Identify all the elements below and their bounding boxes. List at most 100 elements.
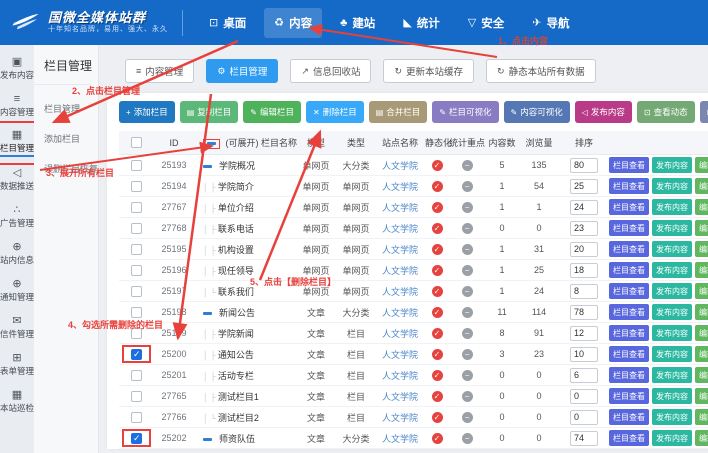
publish-content-button[interactable]: 发布内容 — [652, 430, 692, 446]
stat-focus-icon[interactable] — [462, 349, 473, 360]
sidebar-item[interactable]: ▦ 本站巡检 — [0, 384, 34, 420]
publish-content-button[interactable]: 发布内容 — [652, 367, 692, 383]
publish-content-button[interactable]: 发布内容 — [652, 157, 692, 173]
static-enabled-icon[interactable] — [432, 391, 443, 402]
stat-focus-icon[interactable] — [462, 412, 473, 423]
publish-content-button[interactable]: 发布内容 — [652, 325, 692, 341]
static-enabled-icon[interactable] — [432, 286, 443, 297]
site-name-link[interactable]: 人文学院 — [382, 161, 418, 171]
row-checkbox[interactable] — [131, 223, 142, 234]
sidebar-item[interactable]: ⊞ 表单管理 — [0, 347, 34, 383]
view-column-button[interactable]: 栏目查看 — [609, 346, 649, 362]
publish-content-button[interactable]: 发布内容 — [652, 220, 692, 236]
sort-input[interactable] — [570, 368, 598, 383]
site-name-link[interactable]: 人文学院 — [382, 245, 418, 255]
row-checkbox[interactable] — [131, 412, 142, 423]
action-button[interactable]: ✕ 删除栏目 — [306, 101, 364, 123]
top-nav-item[interactable]: ♻ 内容 — [264, 8, 322, 38]
view-column-button[interactable]: 栏目查看 — [609, 220, 649, 236]
site-name-link[interactable]: 人文学院 — [382, 413, 418, 423]
static-enabled-icon[interactable] — [432, 244, 443, 255]
action-button[interactable]: ▤ 复制栏目 — [180, 101, 239, 123]
stat-focus-icon[interactable] — [462, 370, 473, 381]
row-checkbox[interactable] — [131, 370, 142, 381]
action-button[interactable]: ▤ 合并栏目 — [369, 101, 428, 123]
site-name-link[interactable]: 人文学院 — [382, 329, 418, 339]
tab[interactable]: ↻ 静态本站所有数据 — [486, 59, 596, 83]
view-column-button[interactable]: 栏目查看 — [609, 283, 649, 299]
edit-button[interactable]: 编辑 — [695, 283, 708, 299]
view-column-button[interactable]: 栏目查看 — [609, 157, 649, 173]
expand-all-minus-icon[interactable] — [207, 142, 216, 145]
edit-button[interactable]: 编辑 — [695, 409, 708, 425]
publish-content-button[interactable]: 发布内容 — [652, 199, 692, 215]
tab[interactable]: ↗ 信息回收站 — [290, 59, 371, 83]
sub-sidebar-item[interactable]: 添加栏目 — [44, 123, 98, 153]
stat-focus-icon[interactable] — [462, 181, 473, 192]
site-name-link[interactable]: 人文学院 — [382, 287, 418, 297]
view-column-button[interactable]: 栏目查看 — [609, 262, 649, 278]
row-checkbox[interactable] — [131, 160, 142, 171]
action-button[interactable]: ⊡ 查看动态 — [637, 101, 695, 123]
site-name-link[interactable]: 人文学院 — [382, 371, 418, 381]
static-enabled-icon[interactable] — [432, 181, 443, 192]
sidebar-item[interactable]: ⊕ 通知管理 — [0, 273, 34, 309]
publish-content-button[interactable]: 发布内容 — [652, 283, 692, 299]
top-nav-item[interactable]: ✈ 导航 — [522, 8, 579, 38]
edit-button[interactable]: 编辑 — [695, 325, 708, 341]
site-name-link[interactable]: 人文学院 — [382, 224, 418, 234]
sort-input[interactable] — [570, 200, 598, 215]
view-column-button[interactable]: 栏目查看 — [609, 241, 649, 257]
row-checkbox[interactable] — [131, 286, 142, 297]
view-column-button[interactable]: 栏目查看 — [609, 430, 649, 446]
view-column-button[interactable]: 栏目查看 — [609, 325, 649, 341]
sort-input[interactable] — [570, 158, 598, 173]
view-column-button[interactable]: 栏目查看 — [609, 199, 649, 215]
row-checkbox[interactable] — [131, 202, 142, 213]
tab[interactable]: ↻ 更新本站缓存 — [383, 59, 474, 83]
action-button[interactable]: ✎ 内容可视化 — [504, 101, 570, 123]
top-nav-item[interactable]: ⊡ 桌面 — [199, 8, 256, 38]
sort-input[interactable] — [570, 431, 598, 446]
row-checkbox[interactable] — [131, 181, 142, 192]
static-enabled-icon[interactable] — [432, 307, 443, 318]
static-enabled-icon[interactable] — [432, 370, 443, 381]
edit-button[interactable]: 编辑 — [695, 388, 708, 404]
action-button[interactable]: ⊡ 查看静态 — [700, 101, 708, 123]
edit-button[interactable]: 编辑 — [695, 346, 708, 362]
tab[interactable]: ≡ 内容管理 — [125, 59, 194, 83]
publish-content-button[interactable]: 发布内容 — [652, 409, 692, 425]
edit-button[interactable]: 编辑 — [695, 157, 708, 173]
stat-focus-icon[interactable] — [462, 286, 473, 297]
static-enabled-icon[interactable] — [432, 202, 443, 213]
row-checkbox[interactable] — [131, 307, 142, 318]
site-name-link[interactable]: 人文学院 — [382, 266, 418, 276]
sidebar-item[interactable]: ▦ 栏目管理 — [0, 125, 34, 161]
site-name-link[interactable]: 人文学院 — [382, 203, 418, 213]
sidebar-item[interactable]: ✉ 信件管理 — [0, 310, 34, 346]
site-name-link[interactable]: 人文学院 — [382, 350, 418, 360]
stat-focus-icon[interactable] — [462, 307, 473, 318]
row-checkbox[interactable] — [131, 328, 142, 339]
row-checkbox[interactable] — [131, 349, 142, 360]
sort-input[interactable] — [570, 305, 598, 320]
sidebar-item[interactable]: ⊕ 站内信息 — [0, 236, 34, 272]
stat-focus-icon[interactable] — [462, 202, 473, 213]
row-checkbox[interactable] — [131, 265, 142, 276]
sub-sidebar-item[interactable]: 栏目管理 — [44, 93, 98, 123]
sort-input[interactable] — [570, 326, 598, 341]
publish-content-button[interactable]: 发布内容 — [652, 178, 692, 194]
sort-input[interactable] — [570, 242, 598, 257]
edit-button[interactable]: 编辑 — [695, 367, 708, 383]
select-all-checkbox[interactable] — [131, 137, 142, 148]
view-column-button[interactable]: 栏目查看 — [609, 367, 649, 383]
stat-focus-icon[interactable] — [462, 433, 473, 444]
edit-button[interactable]: 编辑 — [695, 304, 708, 320]
stat-focus-icon[interactable] — [462, 244, 473, 255]
static-enabled-icon[interactable] — [432, 160, 443, 171]
stat-focus-icon[interactable] — [462, 328, 473, 339]
sidebar-item[interactable]: ≡ 内容管理 — [0, 88, 34, 124]
static-enabled-icon[interactable] — [432, 349, 443, 360]
sidebar-item[interactable]: ▣ 发布内容 — [0, 51, 34, 87]
view-column-button[interactable]: 栏目查看 — [609, 178, 649, 194]
